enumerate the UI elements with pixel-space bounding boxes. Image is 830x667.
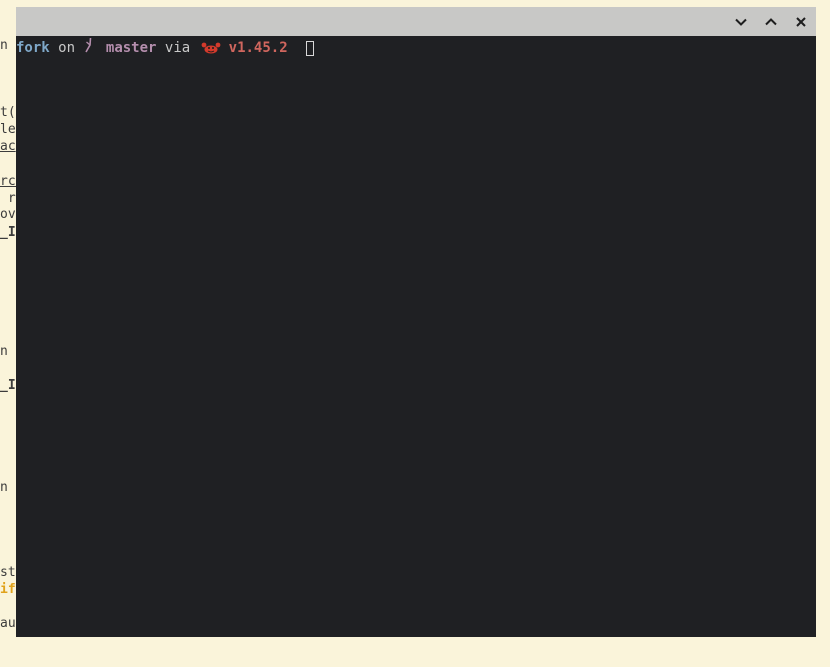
editor-line: n [0, 38, 8, 53]
prompt-on-word: on [58, 40, 76, 56]
maximize-button[interactable] [760, 11, 782, 33]
shell-prompt: fork on master via v1.45.2 [16, 37, 314, 59]
editor-line: ac [0, 139, 16, 154]
editor-line: if [0, 582, 16, 597]
close-button[interactable] [790, 11, 812, 33]
prompt-rust-version: v1.45.2 [228, 40, 288, 56]
close-icon [794, 15, 808, 29]
prompt-branch: master [105, 40, 157, 56]
terminal-cursor [305, 40, 314, 56]
rust-crab-icon [201, 41, 223, 55]
terminal-window[interactable]: fork on master via v1.45.2 [16, 7, 816, 637]
terminal-titlebar[interactable] [16, 7, 816, 36]
minimize-button[interactable] [730, 11, 752, 33]
chevron-up-icon [764, 15, 778, 29]
editor-line: le [0, 122, 16, 137]
git-branch-icon [83, 37, 97, 59]
prompt-directory: fork [16, 40, 50, 56]
chevron-down-icon [734, 15, 748, 29]
prompt-via-word: via [164, 40, 191, 56]
terminal-output[interactable]: fork on master via v1.45.2 [16, 36, 816, 637]
